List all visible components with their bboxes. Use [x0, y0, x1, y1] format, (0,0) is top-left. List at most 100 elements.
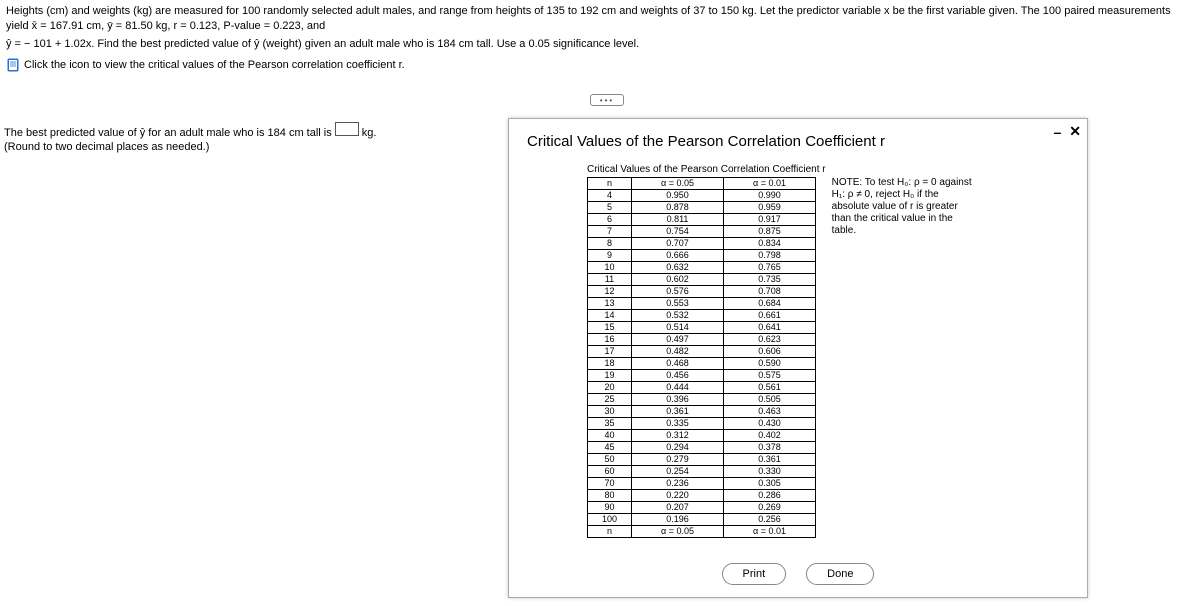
table-cell: 0.878 [632, 202, 724, 214]
table-cell: 7 [588, 226, 632, 238]
table-cell: 4 [588, 190, 632, 202]
minimize-icon[interactable]: – [1053, 124, 1061, 140]
table-row: 170.4820.606 [588, 346, 816, 358]
table-cell: 0.959 [724, 202, 816, 214]
problem-line-2: ŷ = − 101 + 1.02x. Find the best predict… [6, 37, 1194, 52]
table-cell: 0.553 [632, 298, 724, 310]
table-cell: 14 [588, 310, 632, 322]
table-row: 500.2790.361 [588, 454, 816, 466]
table-row: 90.6660.798 [588, 250, 816, 262]
table-cell: 0.641 [724, 322, 816, 334]
table-cell: 0.811 [632, 214, 724, 226]
table-cell: 0.482 [632, 346, 724, 358]
document-icon [6, 58, 20, 72]
table-cell: 100 [588, 514, 632, 526]
table-cell: 0.990 [724, 190, 816, 202]
table-cell: 0.256 [724, 514, 816, 526]
table-cell: 11 [588, 274, 632, 286]
critical-values-link-text: Click the icon to view the critical valu… [24, 59, 405, 71]
table-cell: 0.505 [724, 394, 816, 406]
table-cell: 0.361 [724, 454, 816, 466]
done-button[interactable]: Done [806, 563, 874, 585]
problem-line-1: Heights (cm) and weights (kg) are measur… [6, 4, 1194, 35]
answer-input[interactable] [335, 122, 359, 136]
table-cell: 0.269 [724, 502, 816, 514]
table-cell: 90 [588, 502, 632, 514]
table-row: 800.2200.286 [588, 490, 816, 502]
table-header-row: n α = 0.05 α = 0.01 [588, 178, 816, 190]
table-cell: 0.196 [632, 514, 724, 526]
table-row: 160.4970.623 [588, 334, 816, 346]
table-cell: 0.532 [632, 310, 724, 322]
table-row: 180.4680.590 [588, 358, 816, 370]
question-area: The best predicted value of ŷ for an adu… [4, 122, 464, 153]
table-row: 190.4560.575 [588, 370, 816, 382]
table-cell: 15 [588, 322, 632, 334]
table-row: 50.8780.959 [588, 202, 816, 214]
table-cell: 0.576 [632, 286, 724, 298]
table-cell: 0.444 [632, 382, 724, 394]
table-cell: 17 [588, 346, 632, 358]
table-row: 110.6020.735 [588, 274, 816, 286]
table-cell: 0.661 [724, 310, 816, 322]
table-cell: 0.623 [724, 334, 816, 346]
table-cell: 0.396 [632, 394, 724, 406]
critical-values-link[interactable]: Click the icon to view the critical valu… [0, 58, 1200, 72]
table-cell: 0.402 [724, 430, 816, 442]
more-button[interactable]: ••• [590, 94, 624, 106]
table-cell: 0.286 [724, 490, 816, 502]
col-header-n: n [588, 178, 632, 190]
table-cell: 9 [588, 250, 632, 262]
table-cell: 35 [588, 418, 632, 430]
table-cell: 20 [588, 382, 632, 394]
table-cell: 0.950 [632, 190, 724, 202]
table-row: 450.2940.378 [588, 442, 816, 454]
table-cell: 18 [588, 358, 632, 370]
table-cell: 0.220 [632, 490, 724, 502]
table-row: 200.4440.561 [588, 382, 816, 394]
table-cell: 50 [588, 454, 632, 466]
table-cell: 70 [588, 478, 632, 490]
table-row: 600.2540.330 [588, 466, 816, 478]
table-row: 350.3350.430 [588, 418, 816, 430]
table-cell: 0.335 [632, 418, 724, 430]
question-suffix: kg. [362, 127, 377, 139]
question-prefix: The best predicted value of ŷ for an adu… [4, 127, 332, 139]
table-cell: 40 [588, 430, 632, 442]
table-cell: 0.468 [632, 358, 724, 370]
table-cell: 0.684 [724, 298, 816, 310]
table-cell: 0.312 [632, 430, 724, 442]
table-cell: 0.236 [632, 478, 724, 490]
table-cell: 25 [588, 394, 632, 406]
table-cell: 0.798 [724, 250, 816, 262]
critical-values-modal: – ✕ Critical Values of the Pearson Corre… [508, 118, 1088, 598]
table-row: 250.3960.505 [588, 394, 816, 406]
table-row: 100.6320.765 [588, 262, 816, 274]
table-cell: 16 [588, 334, 632, 346]
table-cell: 0.330 [724, 466, 816, 478]
table-cell: 0.207 [632, 502, 724, 514]
print-button[interactable]: Print [722, 563, 787, 585]
col-header-a01: α = 0.01 [724, 178, 816, 190]
table-cell: 0.514 [632, 322, 724, 334]
table-row: 700.2360.305 [588, 478, 816, 490]
table-cell: 5 [588, 202, 632, 214]
table-cell: 0.754 [632, 226, 724, 238]
table-cell: 0.305 [724, 478, 816, 490]
table-cell: 0.602 [632, 274, 724, 286]
table-row: 40.9500.990 [588, 190, 816, 202]
table-cell: 0.497 [632, 334, 724, 346]
table-cell: 12 [588, 286, 632, 298]
table-row: 300.3610.463 [588, 406, 816, 418]
close-icon[interactable]: ✕ [1069, 123, 1081, 140]
table-row: 400.3120.402 [588, 430, 816, 442]
table-cell: 30 [588, 406, 632, 418]
table-footer-row: n α = 0.05 α = 0.01 [588, 526, 816, 538]
col-footer-a05: α = 0.05 [632, 526, 724, 538]
table-cell: 0.707 [632, 238, 724, 250]
table-cell: 0.361 [632, 406, 724, 418]
table-cell: 0.430 [724, 418, 816, 430]
table-caption: Critical Values of the Pearson Correlati… [587, 164, 826, 175]
table-cell: 0.606 [724, 346, 816, 358]
table-cell: 0.575 [724, 370, 816, 382]
